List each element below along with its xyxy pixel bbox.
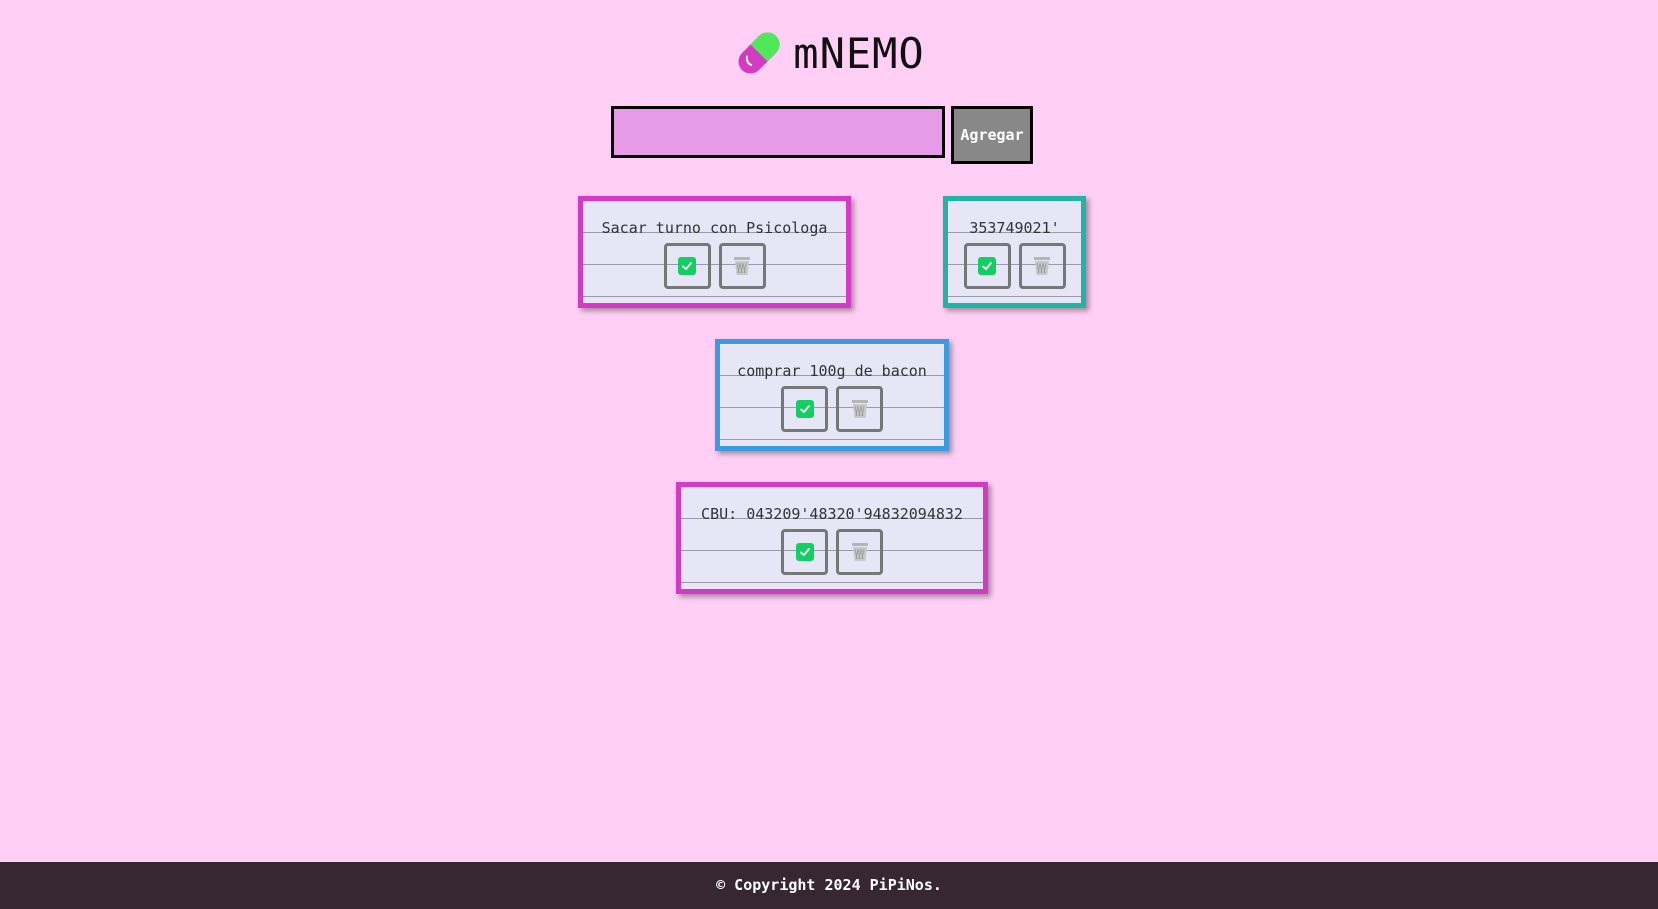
complete-button[interactable]	[963, 243, 1011, 289]
add-button[interactable]: Agregar	[951, 106, 1033, 164]
complete-button[interactable]	[663, 243, 711, 289]
note-text: CBU: 043209'48320'94832094832	[701, 505, 963, 523]
note-actions	[948, 243, 1081, 289]
trash-icon	[851, 400, 868, 418]
note-card: 353749021'	[943, 196, 1086, 308]
delete-button[interactable]	[718, 243, 766, 289]
footer: © Copyright 2024 PiPiNos.	[0, 862, 1658, 909]
add-form: Agregar	[611, 106, 1033, 164]
copyright-text: © Copyright 2024 PiPiNos.	[716, 876, 942, 894]
header: mNEMO	[0, 26, 1658, 80]
delete-button[interactable]	[836, 386, 883, 432]
complete-button[interactable]	[781, 529, 828, 575]
check-icon	[795, 400, 814, 418]
delete-button[interactable]	[836, 529, 883, 575]
note-card: Sacar turno con Psicologa	[578, 196, 851, 308]
pill-icon	[738, 32, 780, 74]
note-actions	[720, 386, 944, 432]
trash-icon	[1034, 257, 1050, 275]
note-card: CBU: 043209'48320'94832094832	[676, 482, 988, 594]
complete-button[interactable]	[781, 386, 828, 432]
note-actions	[583, 243, 846, 289]
app-title: mNEMO	[793, 28, 925, 78]
note-actions	[681, 529, 983, 575]
note-input[interactable]	[611, 106, 945, 158]
check-icon	[795, 543, 814, 561]
trash-icon	[734, 257, 750, 275]
trash-icon	[851, 543, 868, 561]
note-text: Sacar turno con Psicologa	[601, 219, 828, 237]
delete-button[interactable]	[1018, 243, 1066, 289]
note-text: comprar 100g de bacon	[737, 362, 927, 380]
note-text: 353749021'	[969, 219, 1060, 237]
check-icon	[678, 257, 696, 275]
note-card: comprar 100g de bacon	[715, 339, 949, 451]
check-icon	[978, 257, 996, 275]
